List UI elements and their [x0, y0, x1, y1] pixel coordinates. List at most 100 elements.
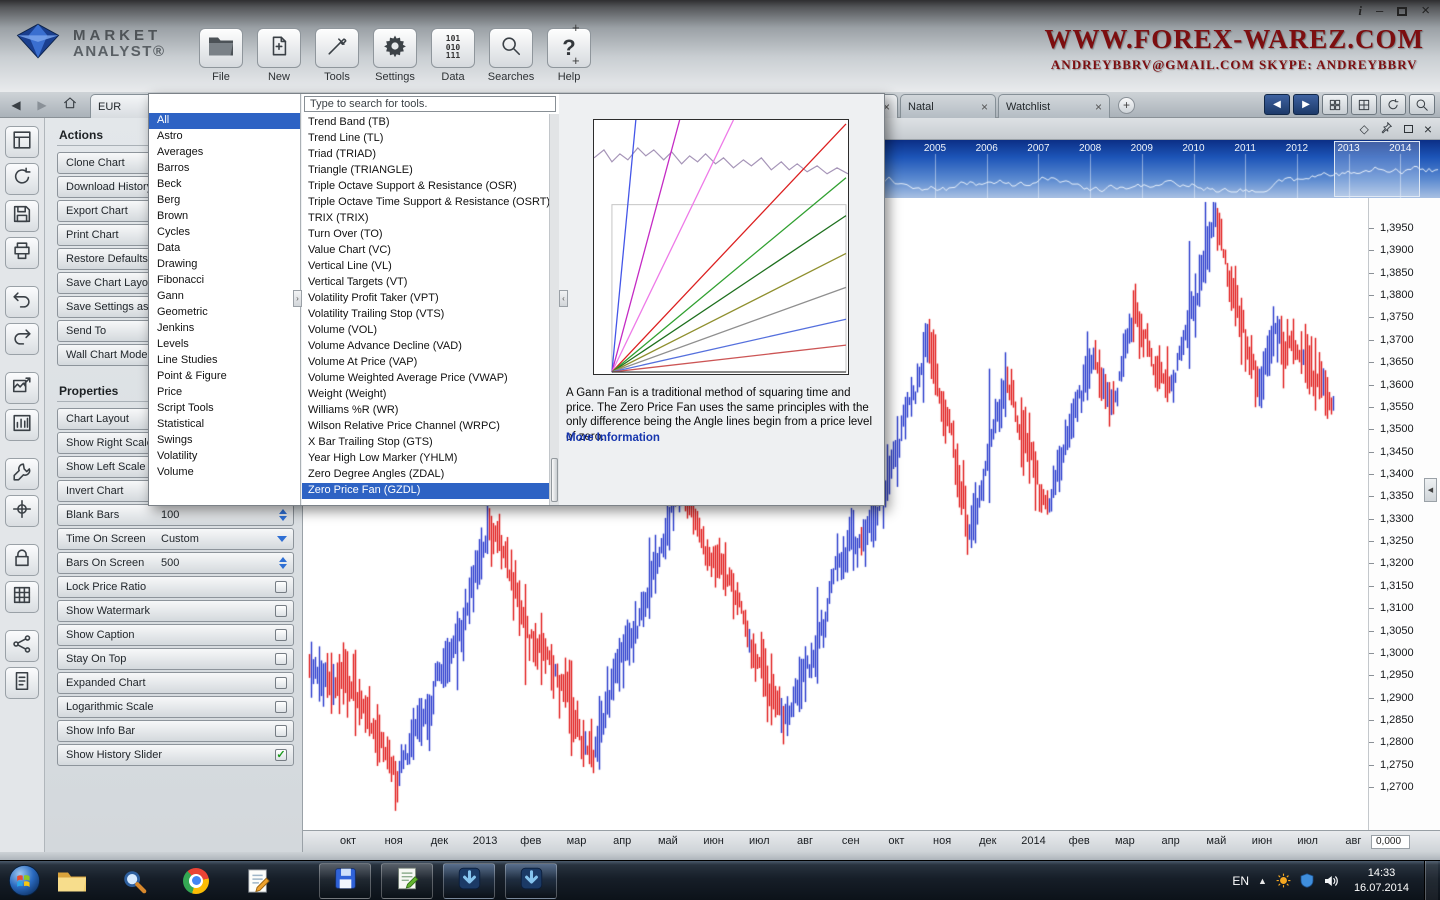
tool-search-input[interactable]: Type to search for tools. [304, 96, 556, 112]
chart-layout-button[interactable] [5, 126, 39, 158]
maximize-panel-icon[interactable] [1404, 125, 1413, 133]
tool-vertical-targets-vt[interactable]: Vertical Targets (VT) [302, 275, 559, 291]
taskbar-app-notes[interactable] [381, 863, 433, 899]
tab-close-icon[interactable]: × [981, 102, 988, 112]
category-brown[interactable]: Brown [149, 209, 300, 225]
show-caption-checkbox[interactable] [275, 629, 287, 641]
more-information-link[interactable]: More Information [566, 432, 660, 444]
category-jenkins[interactable]: Jenkins [149, 321, 300, 337]
taskbar-app-download-1[interactable] [443, 863, 495, 899]
tool-weight-weight[interactable]: Weight (Weight) [302, 387, 559, 403]
tool-volatility-profit-taker-vpt[interactable]: Volatility Profit Taker (VPT) [302, 291, 559, 307]
show-desktop-button[interactable] [1424, 861, 1438, 900]
category-gann[interactable]: Gann [149, 289, 300, 305]
tool-zero-price-fan-gzdl[interactable]: Zero Price Fan (GZDL) [302, 483, 559, 499]
tool-volume-weighted-average-price-vwap[interactable]: Volume Weighted Average Price (VWAP) [302, 371, 559, 387]
category-beck[interactable]: Beck [149, 177, 300, 193]
tool-volume-vol[interactable]: Volume (VOL) [302, 323, 559, 339]
history-slider-selection[interactable] [1334, 141, 1420, 197]
category-all[interactable]: All [149, 113, 300, 129]
toolbar-data-button[interactable]: 101 010 111 Data [428, 28, 478, 83]
tool-trend-line-tl[interactable]: Trend Line (TL) [302, 131, 559, 147]
tab-natal[interactable]: Natal × [900, 94, 996, 118]
weather-icon[interactable] [1276, 873, 1291, 888]
refresh-button[interactable] [1380, 94, 1406, 115]
category-line-studies[interactable]: Line Studies [149, 353, 300, 369]
info-button[interactable]: i [1358, 4, 1362, 18]
category-levels[interactable]: Levels [149, 337, 300, 353]
tool-list-scrollbar[interactable] [549, 114, 559, 505]
chrome-icon[interactable] [179, 864, 213, 898]
export-image-button[interactable] [5, 372, 39, 404]
category-geometric[interactable]: Geometric [149, 305, 300, 321]
expanded-chart-checkbox[interactable] [275, 677, 287, 689]
category-volume[interactable]: Volume [149, 465, 300, 481]
tool-triple-octave-time-support-resistance-osrt[interactable]: Triple Octave Time Support & Resistance … [302, 195, 559, 211]
taskbar-app-save[interactable] [319, 863, 371, 899]
property-time-on-screen[interactable]: Time On Screen Custom [57, 528, 294, 550]
category-swings[interactable]: Swings [149, 433, 300, 449]
category-barros[interactable]: Barros [149, 161, 300, 177]
property-logarithmic-scale[interactable]: Logarithmic Scale [57, 696, 294, 718]
tool-x-bar-trailing-stop-gts[interactable]: X Bar Trailing Stop (GTS) [302, 435, 559, 451]
tab-watchlist[interactable]: Watchlist × [998, 94, 1110, 118]
show-history-slider-checkbox[interactable]: ✓ [275, 749, 287, 761]
category-statistical[interactable]: Statistical [149, 417, 300, 433]
toolbar-new-button[interactable]: New [254, 28, 304, 83]
grid-layout-button[interactable] [1322, 94, 1348, 115]
property-show-caption[interactable]: Show Caption [57, 624, 294, 646]
property-show-history-slider[interactable]: Show History Slider ✓ [57, 744, 294, 766]
property-show-watermark[interactable]: Show Watermark [57, 600, 294, 622]
category-cycles[interactable]: Cycles [149, 225, 300, 241]
scrollbar-thumb[interactable] [551, 458, 558, 502]
category-volatility[interactable]: Volatility [149, 449, 300, 465]
refresh-button[interactable] [5, 163, 39, 195]
hidden-icons-button[interactable]: ▲ [1258, 876, 1267, 886]
tile-layout-button[interactable] [1351, 94, 1377, 115]
toolbar-settings-button[interactable]: Settings [370, 28, 420, 83]
logarithmic-scale-checkbox[interactable] [275, 701, 287, 713]
minimize-button[interactable]: – [1376, 4, 1383, 18]
tool-trend-band-tb[interactable]: Trend Band (TB) [302, 115, 559, 131]
blank-bars-spinner[interactable] [279, 509, 287, 521]
diamond-icon[interactable]: ◇ [1360, 122, 1369, 136]
tool-triad-triad[interactable]: Triad (TRIAD) [302, 147, 559, 163]
category-berg[interactable]: Berg [149, 193, 300, 209]
language-indicator[interactable]: EN [1232, 874, 1249, 888]
toolbar-help-button[interactable]: ? Help [544, 28, 594, 83]
undo-button[interactable] [5, 286, 39, 318]
share-button[interactable] [5, 630, 39, 662]
category-scroll-right-icon[interactable]: › [293, 290, 302, 307]
forward-button[interactable]: ▶ [30, 95, 54, 115]
tool-volume-at-price-vap[interactable]: Volume At Price (VAP) [302, 355, 559, 371]
property-show-info-bar[interactable]: Show Info Bar [57, 720, 294, 742]
stay-on-top-checkbox[interactable] [275, 653, 287, 665]
category-point-figure[interactable]: Point & Figure [149, 369, 300, 385]
category-drawing[interactable]: Drawing [149, 257, 300, 273]
tool-triple-octave-support-resistance-osr[interactable]: Triple Octave Support & Resistance (OSR) [302, 179, 559, 195]
toolbar-file-button[interactable]: File [196, 28, 246, 83]
scale-collapse-button[interactable]: ◀ [1424, 478, 1437, 502]
tool-value-chart-vc[interactable]: Value Chart (VC) [302, 243, 559, 259]
lock-button[interactable] [5, 544, 39, 576]
tool-wilson-relative-price-channel-wrpc[interactable]: Wilson Relative Price Channel (WRPC) [302, 419, 559, 435]
close-button[interactable]: × [1421, 4, 1430, 18]
category-data[interactable]: Data [149, 241, 300, 257]
property-stay-on-top[interactable]: Stay On Top [57, 648, 294, 670]
tool-trix-trix[interactable]: TRIX (TRIX) [302, 211, 559, 227]
crosshair-button[interactable] [5, 495, 39, 527]
wrench-button[interactable] [5, 458, 39, 490]
maximize-button[interactable] [1397, 7, 1407, 16]
chart-image-button[interactable] [5, 409, 39, 441]
time-on-screen-dropdown-chevron[interactable] [277, 536, 287, 542]
show-info-bar-checkbox[interactable] [275, 725, 287, 737]
category-astro[interactable]: Astro [149, 129, 300, 145]
add-tab-button[interactable]: + [1118, 97, 1135, 114]
prev-chart-button[interactable]: ◀ [1264, 94, 1290, 115]
toolbar-searches-button[interactable]: Searches [486, 28, 536, 83]
pin-icon[interactable] [1380, 121, 1393, 137]
date-axis[interactable]: октноядек2013февмарапрмайиюниюлавгсенокт… [303, 830, 1368, 852]
close-panel-icon[interactable]: × [1424, 122, 1432, 136]
next-chart-button[interactable]: ▶ [1293, 94, 1319, 115]
bars-on-screen-spinner[interactable] [279, 557, 287, 569]
